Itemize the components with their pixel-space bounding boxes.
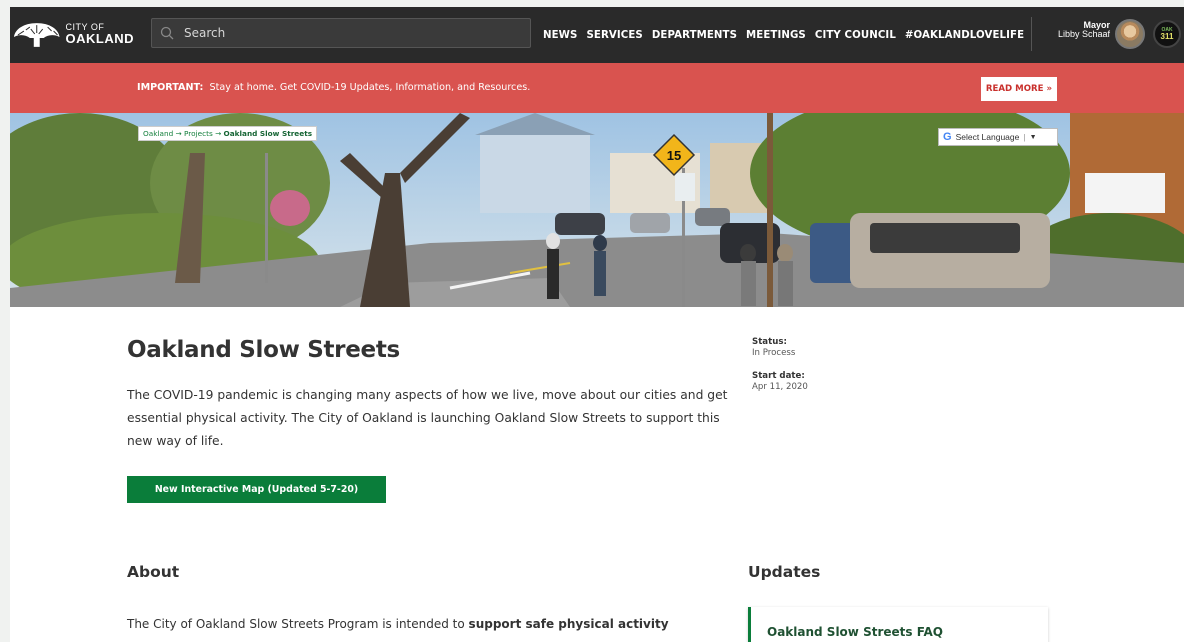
about-text: The City of Oakland Slow Streets Program… — [127, 617, 469, 631]
main-content: Oakland Slow Streets The COVID-19 pandem… — [10, 7, 1184, 642]
updates-heading: Updates — [748, 563, 821, 581]
update-item[interactable]: Oakland Slow Streets FAQ — [748, 607, 1048, 642]
status-value: In Process — [752, 348, 796, 358]
start-date-label: Start date: — [752, 371, 805, 381]
project-meta: Status: In Process Start date: Apr 11, 2… — [752, 337, 808, 405]
status-label: Status: — [752, 337, 787, 347]
about-text-bold: support safe physical activity — [468, 617, 669, 631]
interactive-map-button[interactable]: New Interactive Map (Updated 5-7-20) — [127, 476, 386, 503]
about-paragraph: The City of Oakland Slow Streets Program… — [127, 613, 727, 635]
intro-paragraph: The COVID-19 pandemic is changing many a… — [127, 388, 728, 448]
page-frame: CITY OF OAKLAND NEWS SERVICES DEPARTMENT… — [0, 0, 1184, 642]
page: CITY OF OAKLAND NEWS SERVICES DEPARTMENT… — [10, 7, 1184, 642]
about-heading: About — [127, 563, 180, 581]
update-item-title: Oakland Slow Streets FAQ — [767, 625, 944, 639]
page-title: Oakland Slow Streets — [127, 337, 400, 363]
start-date-value: Apr 11, 2020 — [752, 382, 808, 392]
